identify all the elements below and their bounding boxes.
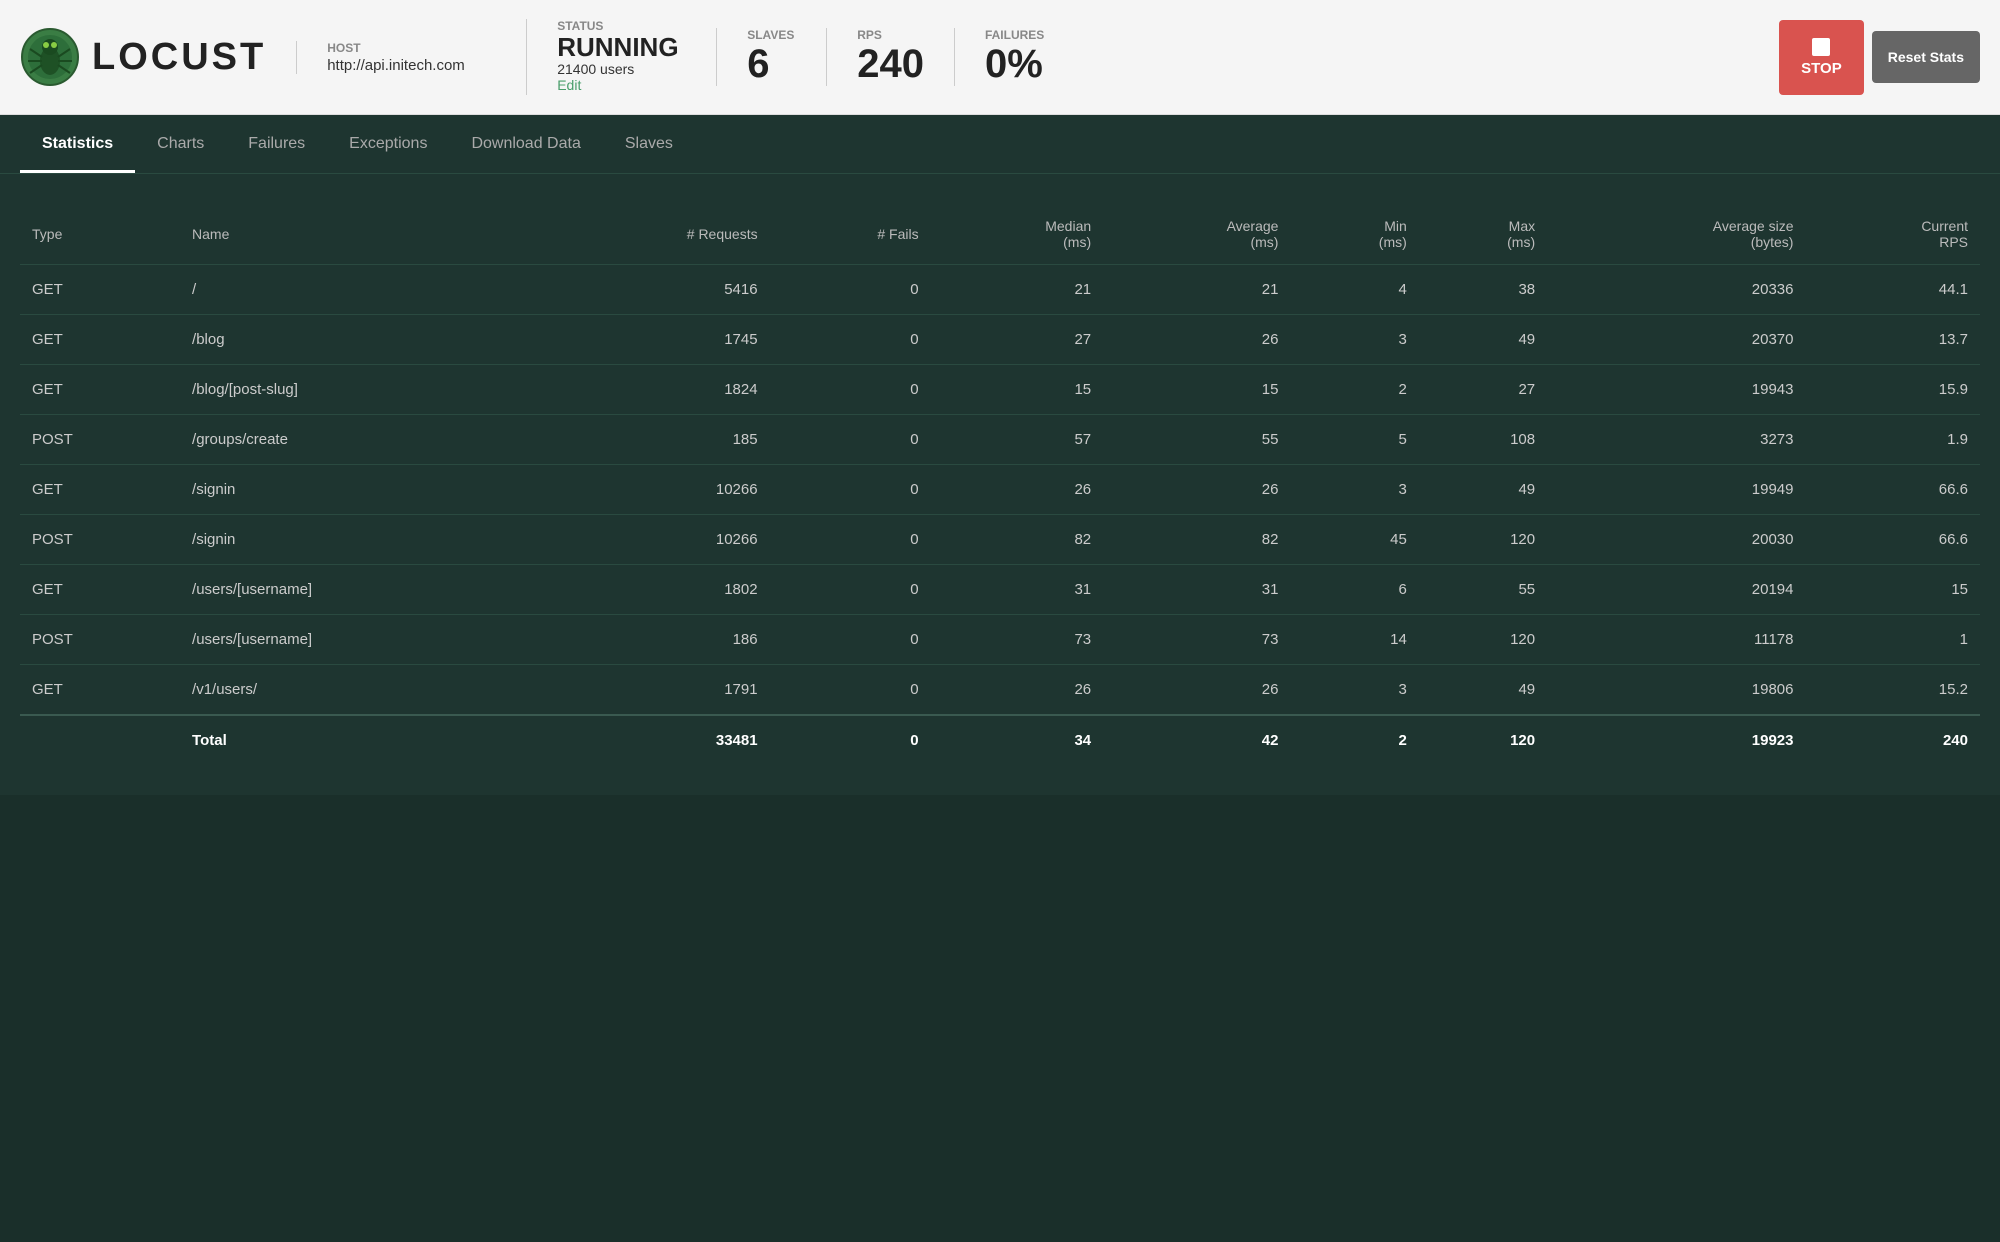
table-row: GET/blog/[post-slug]1824015152271994315.…	[20, 365, 1980, 415]
col-type: Type	[20, 204, 180, 265]
table-row: GET/users/[username]1802031316552019415	[20, 565, 1980, 615]
rps-section: RPS 240	[826, 28, 924, 86]
rps-label: RPS	[857, 28, 924, 42]
tab-statistics[interactable]: Statistics	[20, 115, 135, 173]
table-row: GET/v1/users/1791026263491980615.2	[20, 665, 1980, 716]
tab-failures[interactable]: Failures	[226, 115, 327, 173]
table-row: GET/blog1745027263492037013.7	[20, 315, 1980, 365]
col-current-rps: CurrentRPS	[1805, 204, 1980, 265]
stop-icon	[1812, 38, 1830, 56]
col-max: Max(ms)	[1419, 204, 1547, 265]
col-min: Min(ms)	[1290, 204, 1418, 265]
total-requests: 33481	[536, 715, 770, 765]
total-rps: 240	[1805, 715, 1980, 765]
tab-exceptions[interactable]: Exceptions	[327, 115, 449, 173]
header: LOCUST HOST http://api.initech.com STATU…	[0, 0, 2000, 115]
total-average: 42	[1103, 715, 1290, 765]
header-buttons: STOP Reset Stats	[1779, 20, 1980, 95]
tab-slaves[interactable]: Slaves	[603, 115, 695, 173]
status-label: STATUS	[557, 19, 686, 33]
slaves-value: 6	[747, 42, 796, 86]
locust-logo-icon	[20, 27, 80, 87]
col-fails: # Fails	[770, 204, 931, 265]
total-type	[20, 715, 180, 765]
rps-value: 240	[857, 42, 924, 86]
main-content: Type Name # Requests # Fails Median(ms) …	[0, 174, 2000, 795]
table-row: GET/5416021214382033644.1	[20, 265, 1980, 315]
table-row: POST/users/[username]1860737314120111781	[20, 615, 1980, 665]
failures-value: 0%	[985, 42, 1749, 86]
table-body: GET/5416021214382033644.1GET/blog1745027…	[20, 265, 1980, 716]
failures-label: FAILURES	[985, 28, 1749, 42]
total-avg-size: 19923	[1547, 715, 1805, 765]
total-max: 120	[1419, 715, 1547, 765]
stop-button[interactable]: STOP	[1779, 20, 1864, 95]
host-value: http://api.initech.com	[327, 57, 496, 74]
status-section: STATUS RUNNING 21400 users Edit	[526, 19, 686, 96]
col-name: Name	[180, 204, 536, 265]
table-row: GET/signin10266026263491994966.6	[20, 465, 1980, 515]
failures-section: FAILURES 0%	[954, 28, 1749, 86]
logo-area: LOCUST	[20, 27, 266, 87]
tab-download-data[interactable]: Download Data	[449, 115, 602, 173]
host-section: HOST http://api.initech.com	[296, 41, 496, 74]
stop-label: STOP	[1801, 60, 1842, 77]
slaves-section: SLAVES 6	[716, 28, 796, 86]
col-average: Average(ms)	[1103, 204, 1290, 265]
statistics-table: Type Name # Requests # Fails Median(ms) …	[20, 204, 1980, 765]
status-running: RUNNING	[557, 33, 686, 62]
nav-tabs: Statistics Charts Failures Exceptions Do…	[0, 115, 2000, 174]
status-edit-link[interactable]: Edit	[557, 77, 581, 93]
col-avg-size: Average size(bytes)	[1547, 204, 1805, 265]
total-median: 34	[931, 715, 1104, 765]
tab-charts[interactable]: Charts	[135, 115, 226, 173]
table-header-row: Type Name # Requests # Fails Median(ms) …	[20, 204, 1980, 265]
table-row: POST/signin1026608282451202003066.6	[20, 515, 1980, 565]
status-users: 21400 users	[557, 61, 686, 77]
col-median: Median(ms)	[931, 204, 1104, 265]
logo-text: LOCUST	[92, 36, 266, 79]
col-requests: # Requests	[536, 204, 770, 265]
total-label: Total	[180, 715, 536, 765]
total-min: 2	[1290, 715, 1418, 765]
total-fails: 0	[770, 715, 931, 765]
table-total-row: Total 33481 0 34 42 2 120 19923 240	[20, 715, 1980, 765]
table-row: POST/groups/create18505755510832731.9	[20, 415, 1980, 465]
reset-stats-button[interactable]: Reset Stats	[1872, 31, 1980, 83]
slaves-label: SLAVES	[747, 28, 796, 42]
host-label: HOST	[327, 41, 496, 55]
